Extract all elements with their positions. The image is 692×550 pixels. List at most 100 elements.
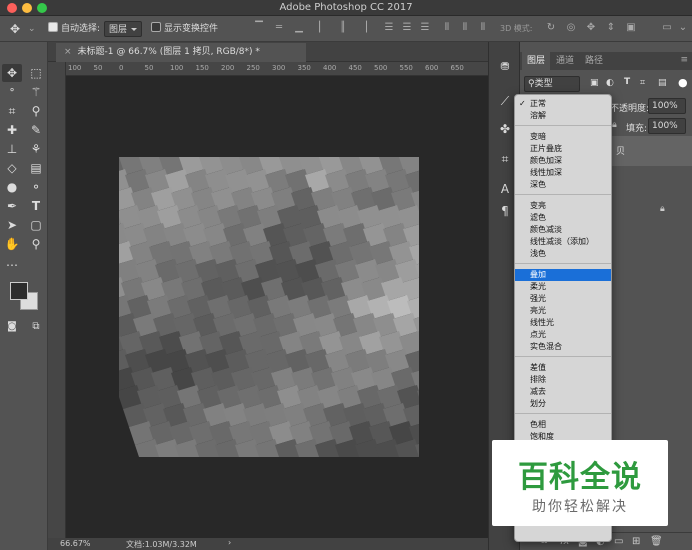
align-top-icon[interactable]: ▔ <box>252 22 266 34</box>
more-icon[interactable]: ⋯ <box>2 256 22 274</box>
3d-roll-icon[interactable]: ◎ <box>564 22 578 34</box>
pen-icon[interactable]: ✒ <box>2 197 22 215</box>
blend-mode-item[interactable]: 强光 <box>515 293 611 305</box>
align-right-icon[interactable]: ▕ <box>356 22 370 34</box>
blend-mode-item[interactable]: 溶解 <box>515 110 611 122</box>
tab-paths[interactable]: 路径 <box>580 52 608 70</box>
libraries-icon[interactable]: ⛃ <box>496 58 514 76</box>
blend-mode-item[interactable]: 线性减淡（添加） <box>515 236 611 248</box>
blend-mode-item[interactable]: 色相 <box>515 419 611 431</box>
align-left-icon[interactable]: ▏ <box>316 22 330 34</box>
blend-mode-item[interactable]: 正片叠底 <box>515 143 611 155</box>
align-bottom-icon[interactable]: ▁ <box>292 22 306 34</box>
eraser-icon[interactable]: ◇ <box>2 159 22 177</box>
screen-mode-icon[interactable]: ⧉ <box>26 318 46 336</box>
distribute-left-icon[interactable]: ⦀ <box>440 22 454 34</box>
new-layer-icon[interactable]: ⊞ <box>632 536 640 547</box>
filter-toggle-icon[interactable]: ● <box>678 76 688 89</box>
canvas-area[interactable] <box>66 76 488 538</box>
stamp-icon[interactable]: ⊥ <box>2 140 22 158</box>
3d-slide-icon[interactable]: ⇕ <box>604 22 618 34</box>
paragraph-icon[interactable]: ¶ <box>496 202 514 220</box>
3d-scale-icon[interactable]: ▣ <box>624 22 638 34</box>
align-vcenter-icon[interactable]: ═ <box>272 22 286 34</box>
eyedropper-icon[interactable]: ⚲ <box>26 102 46 120</box>
horizontal-ruler[interactable]: 100 50 0 50 100 150 200 250 300 350 400 450 500 550 60… <box>66 62 488 76</box>
crop-panel-icon[interactable]: ⌗ <box>496 150 514 168</box>
filter-shape-icon[interactable]: ⌗ <box>640 78 645 88</box>
blend-mode-item[interactable]: 浅色 <box>515 248 611 260</box>
shape-icon[interactable]: ▢ <box>26 216 46 234</box>
blend-mode-item[interactable]: 变暗 <box>515 131 611 143</box>
zoom-level[interactable]: 66.67% <box>60 539 91 548</box>
blend-mode-item[interactable]: 划分 <box>515 398 611 410</box>
auto-select-dropdown[interactable]: 图层 <box>104 21 142 37</box>
blend-mode-item[interactable]: 滤色 <box>515 212 611 224</box>
panel-menu-icon[interactable]: ≡ <box>680 55 688 65</box>
tab-layers[interactable]: 图层 <box>522 52 551 70</box>
magic-wand-icon[interactable]: ⚚ <box>26 83 46 101</box>
auto-select-checkbox[interactable]: 自动选择: <box>48 21 100 37</box>
align-hcenter-icon[interactable]: ║ <box>336 22 350 34</box>
tab-channels[interactable]: 通道 <box>551 52 579 70</box>
blend-mode-item[interactable]: 线性光 <box>515 317 611 329</box>
blend-mode-item[interactable]: 变亮 <box>515 200 611 212</box>
distribute-top-icon[interactable]: ☰ <box>382 22 396 34</box>
character-icon[interactable]: A <box>496 180 514 198</box>
blend-mode-item[interactable]: 实色混合 <box>515 341 611 353</box>
distribute-bottom-icon[interactable]: ☰ <box>418 22 432 34</box>
distribute-vcenter-icon[interactable]: ☰ <box>400 22 414 34</box>
crop-icon[interactable]: ⌗ <box>2 102 22 120</box>
workspace-chevron-icon[interactable]: ⌄ <box>676 22 690 34</box>
blur-icon[interactable]: ● <box>2 178 22 196</box>
blend-mode-item[interactable]: 点光 <box>515 329 611 341</box>
blend-mode-item[interactable]: 叠加 <box>515 269 611 281</box>
quick-mask-icon[interactable]: ◙ <box>2 318 22 336</box>
foreground-color-swatch[interactable] <box>10 282 28 300</box>
distribute-right-icon[interactable]: ⦀ <box>476 22 490 34</box>
new-group-icon[interactable]: ▭ <box>614 536 623 547</box>
workspace-icon[interactable]: ▭ <box>660 22 674 34</box>
3d-pan-icon[interactable]: ✥ <box>584 22 598 34</box>
show-transform-checkbox[interactable]: 显示变换控件 <box>151 21 218 37</box>
vertical-ruler[interactable] <box>48 62 66 538</box>
move-tool-icon[interactable]: ✥ <box>10 21 20 37</box>
blend-mode-item[interactable]: 深色 <box>515 179 611 191</box>
blend-mode-item[interactable]: 线性加深 <box>515 167 611 179</box>
opacity-field[interactable]: 100% <box>648 98 686 114</box>
blend-mode-item[interactable]: 排除 <box>515 374 611 386</box>
move-icon[interactable]: ✥ <box>2 64 22 82</box>
document-tab[interactable]: × 未标题-1 @ 66.7% (图层 1 拷贝, RGB/8*) * <box>56 43 306 62</box>
type-icon[interactable]: T <box>26 197 46 215</box>
close-tab-icon[interactable]: × <box>64 47 72 57</box>
hand-icon[interactable]: ✋ <box>2 235 22 253</box>
fill-field[interactable]: 100% <box>648 118 686 134</box>
healing-icon[interactable]: ✚ <box>2 121 22 139</box>
path-select-icon[interactable]: ➤ <box>2 216 22 234</box>
layer-filter-dropdown[interactable]: ⚲类型 <box>524 76 580 92</box>
dodge-icon[interactable]: ⚬ <box>26 178 46 196</box>
blend-mode-item[interactable]: 减去 <box>515 386 611 398</box>
lock-all-icon[interactable]: 🔒︎ <box>612 120 617 130</box>
filter-smart-icon[interactable]: ▤ <box>658 78 667 88</box>
document-canvas[interactable] <box>119 157 419 457</box>
history-brush-icon[interactable]: ⚘ <box>26 140 46 158</box>
blend-mode-item[interactable]: 柔光 <box>515 281 611 293</box>
marquee-icon[interactable]: ⬚ <box>26 64 46 82</box>
blend-mode-item[interactable]: 差值 <box>515 362 611 374</box>
status-menu-chevron-icon[interactable]: › <box>228 538 231 547</box>
filter-adjust-icon[interactable]: ◐ <box>606 78 614 88</box>
blend-mode-item[interactable]: 颜色加深 <box>515 155 611 167</box>
lasso-icon[interactable]: ᐤ <box>2 83 22 101</box>
3d-orbit-icon[interactable]: ↻ <box>544 22 558 34</box>
adjustments-icon[interactable]: ⟋ <box>496 92 514 110</box>
filter-pixel-icon[interactable]: ▣ <box>590 78 599 88</box>
zoom-icon[interactable]: ⚲ <box>26 235 46 253</box>
blend-mode-item[interactable]: 颜色减淡 <box>515 224 611 236</box>
properties-icon[interactable]: ✤ <box>496 120 514 138</box>
tool-preset-chevron-icon[interactable]: ⌄ <box>28 21 36 37</box>
gradient-icon[interactable]: ▤ <box>26 159 46 177</box>
distribute-hcenter-icon[interactable]: ⦀ <box>458 22 472 34</box>
blend-mode-item[interactable]: 亮光 <box>515 305 611 317</box>
brush-icon[interactable]: ✎ <box>26 121 46 139</box>
